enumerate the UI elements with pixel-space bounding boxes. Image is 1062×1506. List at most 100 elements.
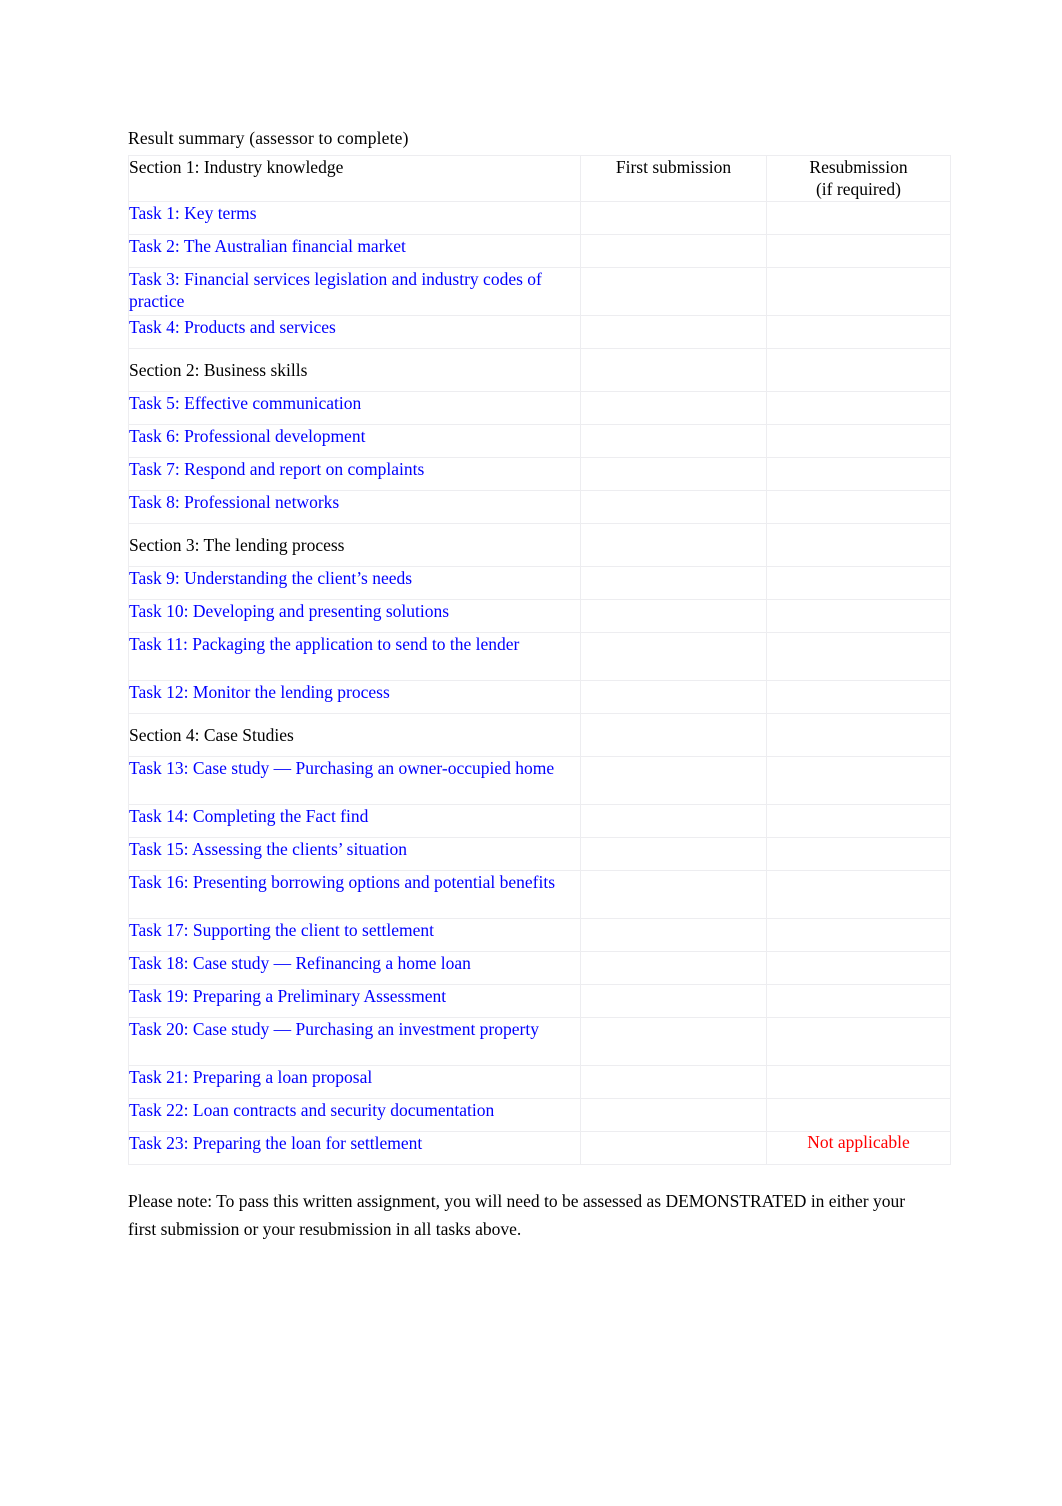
first-submission-result-cell[interactable] — [580, 917, 767, 952]
first-submission-result-cell[interactable] — [580, 598, 767, 633]
task-name-cell: Task 15: Assessing the clients’ situatio… — [128, 836, 581, 871]
task-name-cell: Task 7: Respond and report on complaints — [128, 456, 581, 491]
task-label: Task 11: Packaging the application to se… — [129, 633, 520, 654]
task-label: Task 6: Professional development — [129, 425, 366, 446]
first-submission-result-cell[interactable] — [580, 836, 767, 871]
table-header-row: Section 1: Industry knowledge First subm… — [128, 154, 951, 202]
first-submission-result-cell[interactable] — [580, 679, 767, 714]
task-label: Task 5: Effective communication — [129, 392, 362, 413]
table-row: Task 1: Key terms — [128, 200, 951, 235]
resubmission-result-cell[interactable] — [766, 803, 951, 838]
table-row: Task 12: Monitor the lending process — [128, 679, 951, 714]
resubmission-result-cell[interactable] — [766, 456, 951, 491]
first-submission-result-cell[interactable] — [580, 347, 767, 392]
first-submission-result-cell[interactable] — [580, 1097, 767, 1132]
table-row: Task 23: Preparing the loan for settleme… — [128, 1130, 951, 1165]
resubmission-result-cell[interactable] — [766, 631, 951, 681]
result-summary-table: Section 1: Industry knowledge First subm… — [128, 154, 951, 1165]
table-row: Task 8: Professional networks — [128, 489, 951, 524]
resubmission-result-cell[interactable] — [766, 755, 951, 805]
task-label: Task 10: Developing and presenting solut… — [129, 600, 450, 621]
task-label: Task 19: Preparing a Preliminary Assessm… — [129, 985, 447, 1006]
resubmission-result-cell[interactable] — [766, 836, 951, 871]
first-submission-result-cell[interactable] — [580, 1130, 767, 1165]
task-name-cell: Task 3: Financial services legislation a… — [128, 266, 581, 316]
header-cell-section: Section 1: Industry knowledge — [128, 154, 581, 202]
task-name-cell: Task 11: Packaging the application to se… — [128, 631, 581, 681]
task-label: Task 12: Monitor the lending process — [129, 681, 390, 702]
task-label: Task 3: Financial services legislation a… — [129, 268, 542, 311]
resubmission-result-cell[interactable] — [766, 314, 951, 349]
resubmission-result-cell[interactable] — [766, 950, 951, 985]
task-name-cell: Task 17: Supporting the client to settle… — [128, 917, 581, 952]
column-header-resubmission: Resubmission (if required) — [766, 154, 951, 202]
resubmission-result-cell[interactable] — [766, 233, 951, 268]
resubmission-result-cell[interactable] — [766, 917, 951, 952]
first-submission-result-cell[interactable] — [580, 1064, 767, 1099]
task-label: Task 1: Key terms — [129, 202, 257, 223]
resubmission-result-cell[interactable] — [766, 522, 951, 567]
first-submission-result-cell[interactable] — [580, 314, 767, 349]
resubmission-result-cell[interactable] — [766, 347, 951, 392]
resubmission-result-cell[interactable] — [766, 423, 951, 458]
column-header-resubmission-sublabel: (if required) — [815, 179, 902, 200]
table-row: Task 4: Products and services — [128, 314, 951, 349]
table-row: Task 13: Case study — Purchasing an owne… — [128, 755, 951, 805]
first-submission-result-cell[interactable] — [580, 1016, 767, 1066]
resubmission-result-cell[interactable] — [766, 983, 951, 1018]
task-name-cell: Task 20: Case study — Purchasing an inve… — [128, 1016, 581, 1066]
section-header-row: Section 2: Business skills — [128, 347, 951, 392]
first-submission-result-cell[interactable] — [580, 755, 767, 805]
first-submission-result-cell[interactable] — [580, 631, 767, 681]
table-row: Task 9: Understanding the client’s needs — [128, 565, 951, 600]
resubmission-result-cell[interactable] — [766, 489, 951, 524]
table-row: Task 6: Professional development — [128, 423, 951, 458]
first-submission-result-cell[interactable] — [580, 200, 767, 235]
resubmission-result-cell[interactable] — [766, 679, 951, 714]
first-submission-result-cell[interactable] — [580, 565, 767, 600]
task-label: Task 8: Professional networks — [129, 491, 340, 512]
table-row: Task 11: Packaging the application to se… — [128, 631, 951, 681]
first-submission-result-cell[interactable] — [580, 950, 767, 985]
first-submission-result-cell[interactable] — [580, 233, 767, 268]
resubmission-result-cell[interactable] — [766, 565, 951, 600]
task-name-cell: Task 16: Presenting borrowing options an… — [128, 869, 581, 919]
first-submission-result-cell[interactable] — [580, 456, 767, 491]
resubmission-result-cell[interactable] — [766, 200, 951, 235]
column-header-first-submission-label: First submission — [615, 156, 732, 177]
first-submission-result-cell[interactable] — [580, 869, 767, 919]
resubmission-result-cell[interactable] — [766, 1064, 951, 1099]
task-label: Task 2: The Australian financial market — [129, 235, 406, 256]
section-header-row: Section 3: The lending process — [128, 522, 951, 567]
task-label: Task 20: Case study — Purchasing an inve… — [129, 1018, 539, 1039]
first-submission-result-cell[interactable] — [580, 489, 767, 524]
resubmission-result-cell[interactable] — [766, 266, 951, 316]
task-name-cell: Task 4: Products and services — [128, 314, 581, 349]
task-name-cell: Task 9: Understanding the client’s needs — [128, 565, 581, 600]
first-submission-result-cell[interactable] — [580, 983, 767, 1018]
first-submission-result-cell[interactable] — [580, 423, 767, 458]
first-submission-result-cell[interactable] — [580, 712, 767, 757]
section-heading-label: Section 3: The lending process — [129, 534, 345, 555]
table-row: Task 2: The Australian financial market — [128, 233, 951, 268]
task-label: Task 17: Supporting the client to settle… — [129, 919, 434, 940]
table-row: Task 20: Case study — Purchasing an inve… — [128, 1016, 951, 1066]
task-name-cell: Task 1: Key terms — [128, 200, 581, 235]
table-row: Task 16: Presenting borrowing options an… — [128, 869, 951, 919]
resubmission-result-cell[interactable] — [766, 598, 951, 633]
resubmission-result-cell[interactable] — [766, 712, 951, 757]
first-submission-result-cell[interactable] — [580, 803, 767, 838]
section-header-cell: Section 4: Case Studies — [128, 712, 581, 757]
section-heading-label: Section 1: Industry knowledge — [129, 156, 344, 177]
task-name-cell: Task 8: Professional networks — [128, 489, 581, 524]
resubmission-result-cell[interactable] — [766, 869, 951, 919]
resubmission-result-cell[interactable] — [766, 390, 951, 425]
resubmission-result-cell[interactable] — [766, 1016, 951, 1066]
table-row: Task 15: Assessing the clients’ situatio… — [128, 836, 951, 871]
first-submission-result-cell[interactable] — [580, 390, 767, 425]
resubmission-result-cell[interactable] — [766, 1097, 951, 1132]
task-label: Task 7: Respond and report on complaints — [129, 458, 425, 479]
first-submission-result-cell[interactable] — [580, 266, 767, 316]
page-title: Result summary (assessor to complete) — [128, 128, 409, 148]
first-submission-result-cell[interactable] — [580, 522, 767, 567]
